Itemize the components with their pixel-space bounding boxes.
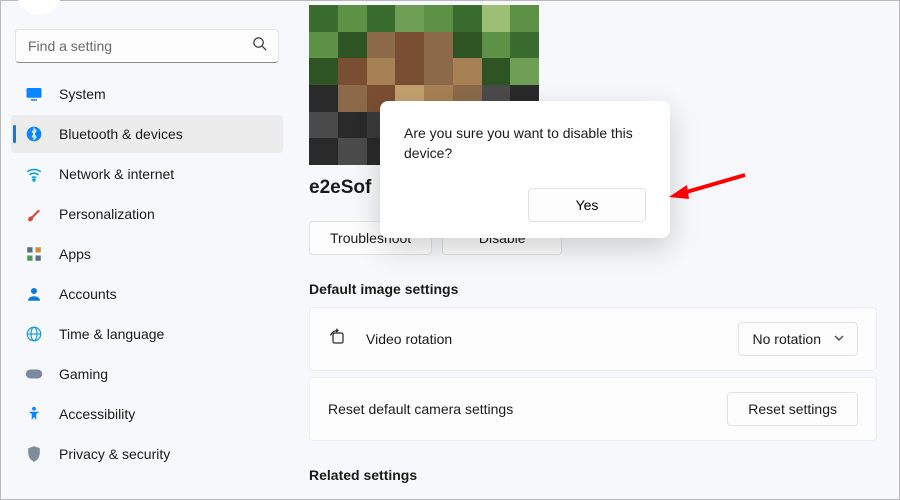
nav-item-label: System: [59, 86, 106, 102]
grid-icon: [25, 245, 43, 263]
reset-panel: Reset default camera settings Reset sett…: [309, 377, 877, 441]
nav-item-access[interactable]: Accessibility: [11, 395, 283, 433]
nav-item-bluetooth[interactable]: Bluetooth & devices: [11, 115, 283, 153]
yes-button[interactable]: Yes: [528, 188, 646, 222]
shield-icon: [25, 445, 43, 463]
confirm-disable-dialog: Are you sure you want to disable this de…: [380, 101, 670, 238]
nav-item-label: Apps: [59, 246, 91, 262]
search-box: [15, 29, 279, 63]
settings-sidebar: Local Account System Bluetooth & devices N…: [1, 1, 291, 499]
nav-item-label: Bluetooth & devices: [59, 126, 183, 142]
nav-item-globe[interactable]: Time & language: [11, 315, 283, 353]
monitor-icon: [25, 85, 43, 103]
access-icon: [25, 405, 43, 423]
nav-item-label: Gaming: [59, 366, 108, 382]
nav-item-shield[interactable]: Privacy & security: [11, 435, 283, 473]
nav-item-label: Accounts: [59, 286, 117, 302]
search-icon: [252, 36, 267, 56]
nav-item-label: Time & language: [59, 326, 164, 342]
section-title-default-image: Default image settings: [309, 281, 877, 297]
nav-item-person[interactable]: Accounts: [11, 275, 283, 313]
nav-item-brush[interactable]: Personalization: [11, 195, 283, 233]
dialog-message: Are you sure you want to disable this de…: [404, 123, 646, 164]
nav-item-grid[interactable]: Apps: [11, 235, 283, 273]
section-title-related: Related settings: [309, 467, 877, 483]
reset-label: Reset default camera settings: [328, 401, 513, 417]
gamepad-icon: [25, 365, 43, 383]
video-rotation-select[interactable]: No rotation: [738, 322, 858, 356]
person-icon: [25, 285, 43, 303]
account-subtitle: Local Account: [73, 0, 148, 3]
main-pane: e2eSof Troubleshoot Disable Default imag…: [291, 1, 899, 499]
rotate-icon: [328, 328, 348, 351]
search-input[interactable]: [15, 29, 279, 63]
nav-item-label: Network & internet: [59, 166, 174, 182]
nav-item-monitor[interactable]: System: [11, 75, 283, 113]
video-rotation-value: No rotation: [753, 331, 821, 347]
avatar: [17, 0, 61, 15]
nav-item-label: Privacy & security: [59, 446, 170, 462]
globe-icon: [25, 325, 43, 343]
nav-list: System Bluetooth & devices Network & inter…: [11, 75, 283, 473]
annotation-arrow: [665, 169, 747, 208]
account-block: Local Account: [11, 5, 283, 23]
nav-item-wifi[interactable]: Network & internet: [11, 155, 283, 193]
video-rotation-label: Video rotation: [366, 331, 452, 347]
video-rotation-panel: Video rotation No rotation: [309, 307, 877, 371]
nav-item-gamepad[interactable]: Gaming: [11, 355, 283, 393]
reset-settings-button[interactable]: Reset settings: [727, 392, 858, 426]
brush-icon: [25, 205, 43, 223]
wifi-icon: [25, 165, 43, 183]
bluetooth-icon: [25, 125, 43, 143]
chevron-down-icon: [833, 331, 845, 347]
nav-item-label: Accessibility: [59, 406, 135, 422]
nav-item-label: Personalization: [59, 206, 155, 222]
